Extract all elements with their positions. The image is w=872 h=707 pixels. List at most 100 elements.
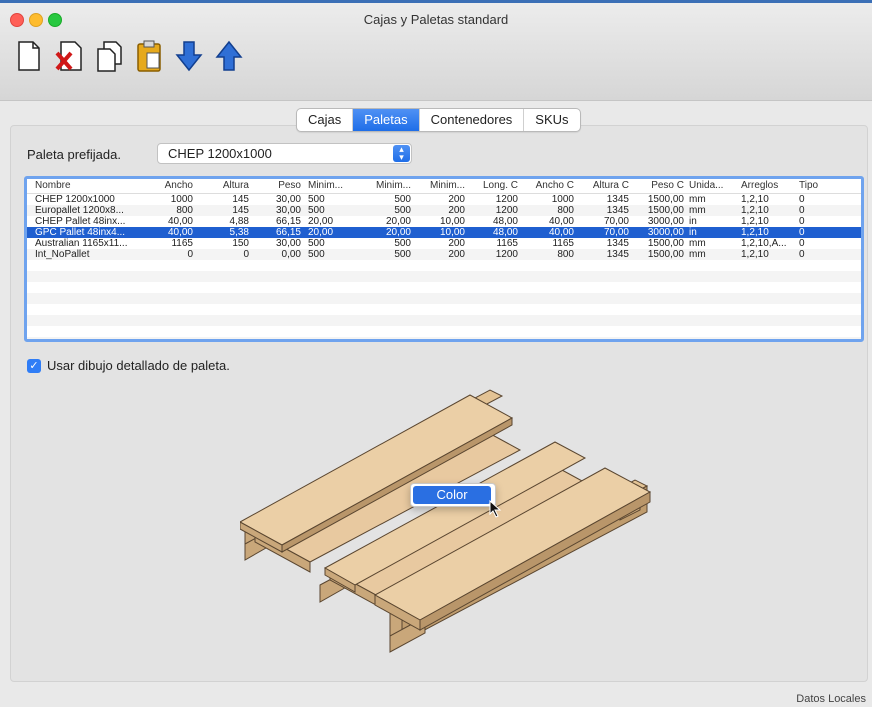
- new-document-icon[interactable]: [15, 39, 43, 73]
- table-cell: 200: [448, 205, 465, 216]
- table-cell: 40,00: [167, 216, 193, 227]
- empty-table-row: [27, 304, 861, 315]
- column-header[interactable]: Minim...: [308, 179, 358, 193]
- table-cell: 1000: [551, 194, 574, 205]
- column-header[interactable]: Arreglos: [741, 179, 795, 193]
- table-cell: 0: [187, 249, 193, 260]
- table-cell: 500: [308, 205, 325, 216]
- table-cell: in: [689, 216, 697, 227]
- column-header[interactable]: Altura: [199, 179, 249, 193]
- table-cell: 70,00: [603, 216, 629, 227]
- empty-table-row: [27, 337, 861, 339]
- table-cell: 66,15: [275, 216, 301, 227]
- window-title: Cajas y Paletas standard: [363, 12, 509, 27]
- status-text: Datos Locales: [796, 693, 866, 705]
- empty-table-row: [27, 260, 861, 271]
- table-cell: 500: [308, 238, 325, 249]
- table-cell: 800: [557, 205, 574, 216]
- mouse-pointer-icon: [489, 500, 502, 518]
- pallet-table[interactable]: Nombre Ancho Altura Peso Minim... Minim... Min…: [24, 176, 864, 342]
- tab-cajas[interactable]: Cajas: [297, 109, 354, 131]
- table-cell: 3000,00: [647, 227, 684, 238]
- color-menu-item[interactable]: Color: [413, 486, 491, 504]
- table-cell: 1345: [606, 238, 629, 249]
- table-cell: 3000,00: [647, 216, 684, 227]
- table-cell: Int_NoPallet: [35, 249, 90, 260]
- table-cell: 200: [448, 249, 465, 260]
- table-cell: 1345: [606, 249, 629, 260]
- table-cell: 20,00: [308, 216, 334, 227]
- table-row[interactable]: Australian 1165x11... 1165 150 30,00 500 500 2…: [27, 238, 861, 249]
- table-cell: 1,2,10: [741, 216, 769, 227]
- table-cell: 20,00: [385, 216, 411, 227]
- table-cell: 1200: [495, 205, 518, 216]
- table-cell: 0: [799, 238, 805, 249]
- table-cell: 30,00: [275, 238, 301, 249]
- table-cell: 20,00: [308, 227, 334, 238]
- table-cell: 1,2,10: [741, 205, 769, 216]
- preset-select-value: CHEP 1200x1000: [168, 146, 272, 161]
- table-cell: 500: [394, 205, 411, 216]
- table-cell: 1165: [496, 238, 518, 249]
- table-row[interactable]: GPC Pallet 48inx4... 40,00 5,38 66,15 20,00 2…: [27, 227, 861, 238]
- table-row[interactable]: Europallet 1200x8... 800 145 30,00 500 500 200…: [27, 205, 861, 216]
- table-cell: 500: [394, 238, 411, 249]
- export-arrow-icon[interactable]: [215, 39, 243, 73]
- tab-paletas[interactable]: Paletas: [353, 109, 420, 131]
- chevron-updown-icon: ▴ ▾: [393, 145, 410, 162]
- table-cell: 150: [232, 238, 249, 249]
- table-cell: 0: [799, 216, 805, 227]
- column-header[interactable]: Unida...: [689, 179, 737, 193]
- import-arrow-icon[interactable]: [175, 39, 203, 73]
- tab-contenedores[interactable]: Contenedores: [420, 109, 525, 131]
- table-cell: mm: [689, 194, 706, 205]
- table-cell: 40,00: [548, 227, 574, 238]
- column-header[interactable]: Long. C: [468, 179, 518, 193]
- table-cell: 200: [448, 238, 465, 249]
- table-cell: CHEP Pallet 48inx...: [35, 216, 126, 227]
- column-header[interactable]: Altura C: [579, 179, 629, 193]
- table-cell: 500: [394, 194, 411, 205]
- table-row[interactable]: Int_NoPallet 0 0 0,00 500 500 200 1200 800 1345 15…: [27, 249, 861, 260]
- table-cell: 500: [394, 249, 411, 260]
- delete-document-icon[interactable]: [55, 39, 83, 73]
- table-row[interactable]: CHEP 1200x1000 1000 145 30,00 500 500 200 1200 1…: [27, 194, 861, 205]
- table-cell: 66,15: [275, 227, 301, 238]
- preset-select[interactable]: CHEP 1200x1000 ▴ ▾: [157, 143, 412, 164]
- detailed-drawing-option[interactable]: ✓ Usar dibujo detallado de paleta.: [27, 358, 230, 373]
- table-cell: 5,38: [229, 227, 249, 238]
- detailed-drawing-checkbox[interactable]: ✓: [27, 358, 41, 373]
- duplicate-document-icon[interactable]: [95, 39, 123, 73]
- table-cell: CHEP 1200x1000: [35, 194, 115, 205]
- tab-skus[interactable]: SKUs: [524, 109, 579, 131]
- empty-table-row: [27, 326, 861, 337]
- column-header[interactable]: Minim...: [361, 179, 411, 193]
- empty-table-row: [27, 315, 861, 326]
- column-header[interactable]: Ancho: [147, 179, 193, 193]
- detailed-drawing-label: Usar dibujo detallado de paleta.: [47, 358, 230, 373]
- column-header[interactable]: Minim...: [415, 179, 465, 193]
- column-header[interactable]: Ancho C: [524, 179, 574, 193]
- table-cell: 0: [799, 205, 805, 216]
- clipboard-icon[interactable]: [135, 39, 163, 73]
- table-cell: 30,00: [275, 205, 301, 216]
- column-header[interactable]: Nombre: [35, 179, 145, 193]
- column-header[interactable]: Peso C: [636, 179, 684, 193]
- column-header[interactable]: Tipo: [799, 179, 839, 193]
- table-cell: 30,00: [275, 194, 301, 205]
- table-cell: 0: [799, 194, 805, 205]
- table-row[interactable]: CHEP Pallet 48inx... 40,00 4,88 66,15 20,00 2…: [27, 216, 861, 227]
- pallet-drawing[interactable]: [240, 380, 660, 660]
- table-cell: Europallet 1200x8...: [35, 205, 124, 216]
- table-cell: 40,00: [548, 216, 574, 227]
- table-cell: Australian 1165x11...: [35, 238, 128, 249]
- toolbar-separator: [0, 100, 872, 101]
- table-cell: 4,88: [229, 216, 249, 227]
- column-header[interactable]: Peso: [255, 179, 301, 193]
- table-cell: 1,2,10: [741, 249, 769, 260]
- table-cell: 40,00: [167, 227, 193, 238]
- empty-table-row: [27, 293, 861, 304]
- table-cell: 1500,00: [647, 238, 684, 249]
- table-header-row[interactable]: Nombre Ancho Altura Peso Minim... Minim... Min…: [27, 179, 861, 194]
- table-cell: 10,00: [439, 227, 465, 238]
